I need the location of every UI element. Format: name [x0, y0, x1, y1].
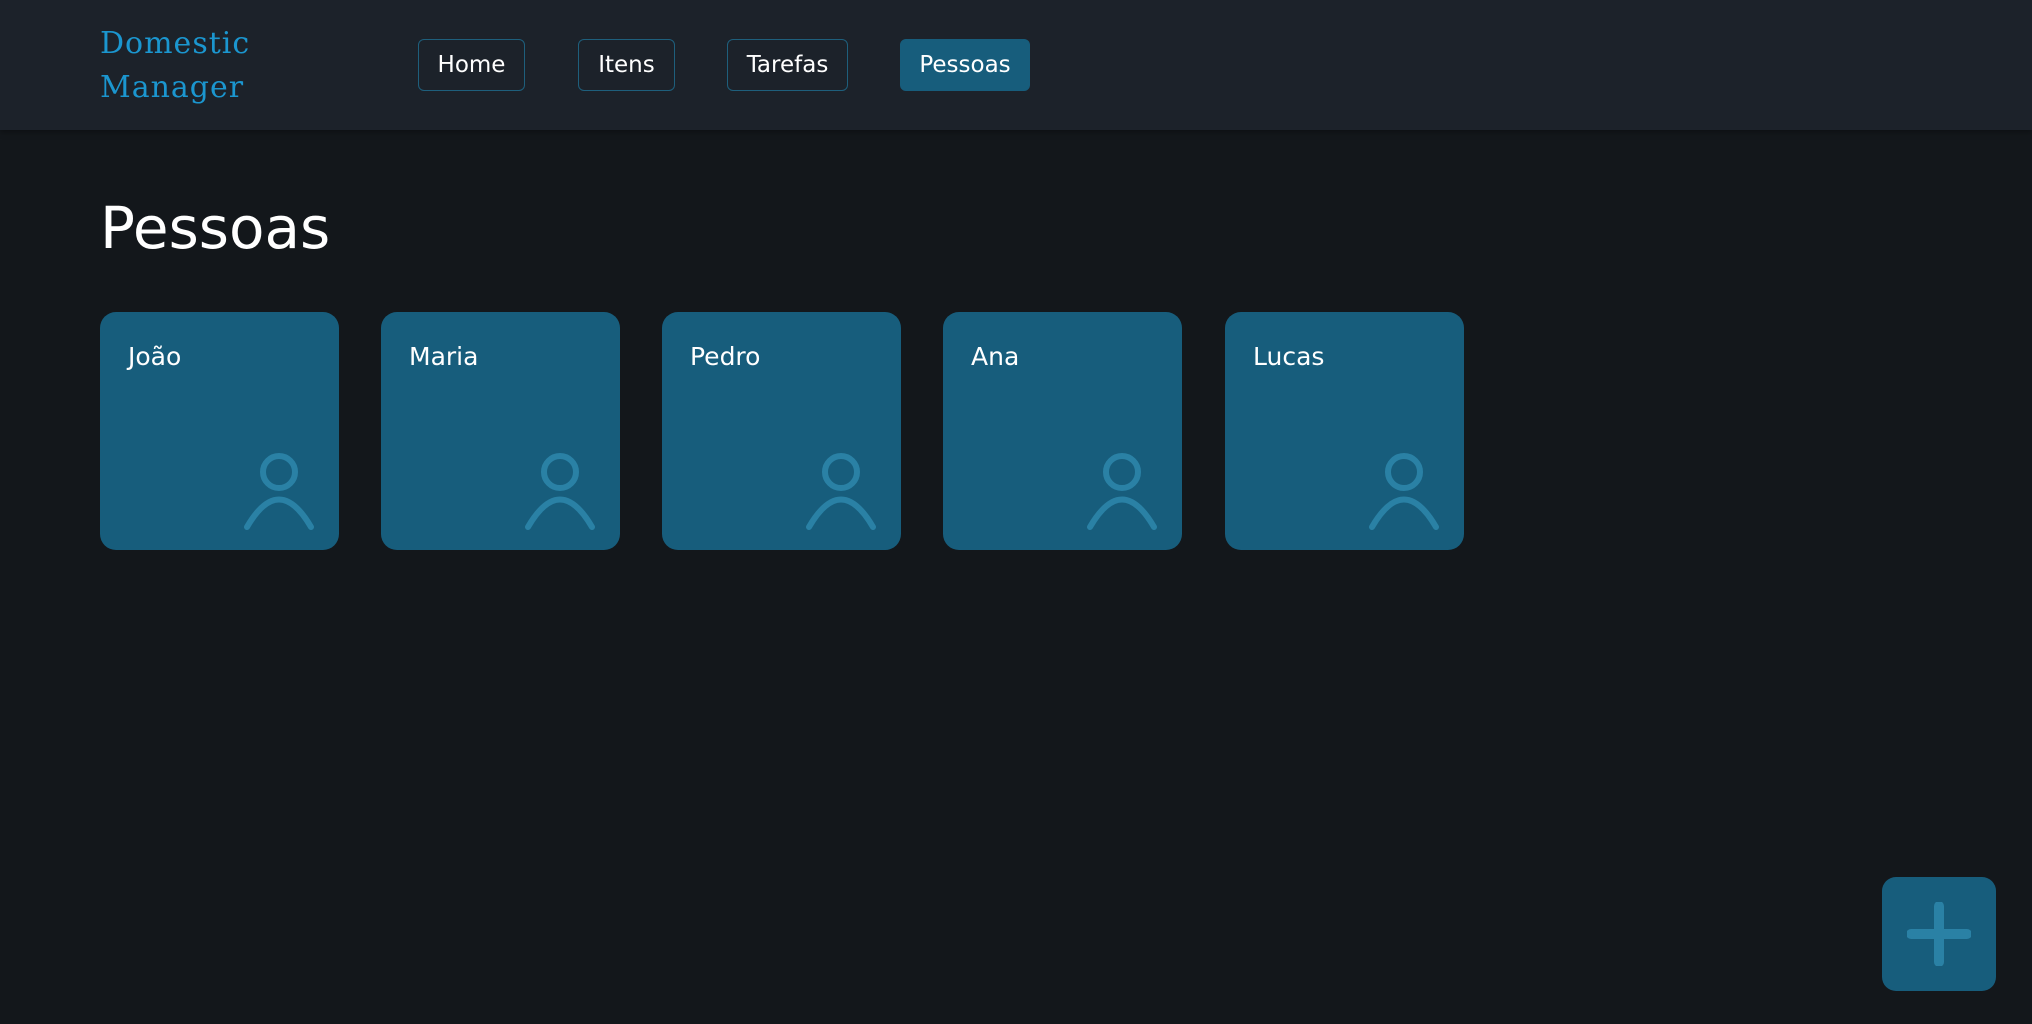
- page-title: Pessoas: [100, 194, 331, 262]
- person-icon: [1087, 453, 1157, 530]
- app-logo[interactable]: Domestic Manager: [100, 22, 300, 110]
- person-card-lucas[interactable]: Lucas: [1225, 312, 1464, 550]
- nav-tarefas-button[interactable]: Tarefas: [727, 39, 848, 91]
- nav-pessoas-button[interactable]: Pessoas: [900, 39, 1030, 91]
- person-icon: [244, 453, 314, 530]
- person-card-name: Pedro: [690, 342, 761, 371]
- person-card-pedro[interactable]: Pedro: [662, 312, 901, 550]
- person-icon: [1369, 453, 1439, 530]
- plus-icon: [1907, 902, 1971, 966]
- nav-itens-button[interactable]: Itens: [578, 39, 675, 91]
- person-card-joao[interactable]: João: [100, 312, 339, 550]
- person-icon: [806, 453, 876, 530]
- person-card-name: Lucas: [1253, 342, 1325, 371]
- person-card-maria[interactable]: Maria: [381, 312, 620, 550]
- logo-line-2: Manager: [100, 70, 245, 105]
- nav-home-button[interactable]: Home: [418, 39, 525, 91]
- add-person-button[interactable]: [1882, 877, 1996, 991]
- top-navbar: Domestic Manager Home Itens Tarefas Pess…: [0, 0, 2032, 130]
- person-card-name: Maria: [409, 342, 479, 371]
- person-icon: [525, 453, 595, 530]
- person-card-name: Ana: [971, 342, 1020, 371]
- logo-line-1: Domestic: [100, 26, 251, 61]
- person-card-name: João: [128, 342, 182, 371]
- person-card-ana[interactable]: Ana: [943, 312, 1182, 550]
